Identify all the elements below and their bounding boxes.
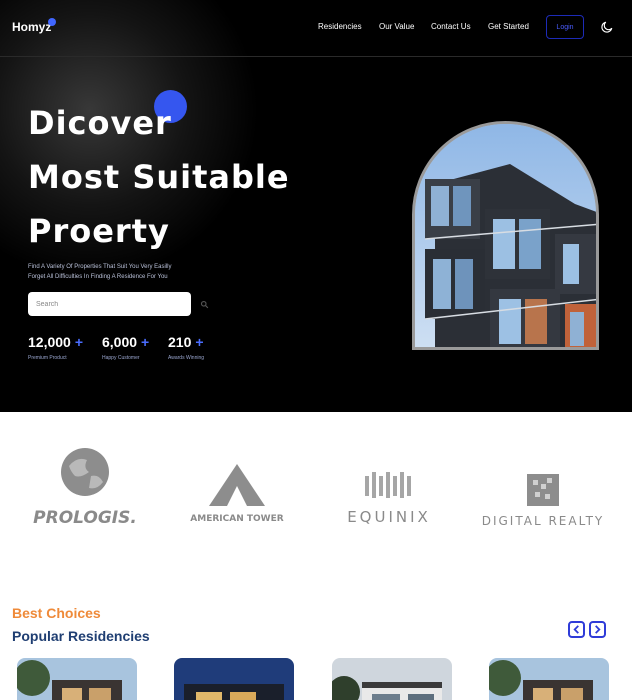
hero-title-line-2: Most Suitable <box>28 158 290 196</box>
nav-link-our-value[interactable]: Our Value <box>379 22 414 31</box>
company-name: PROLOGIS. <box>33 508 137 528</box>
hero-section: Homyz Residencies Our Value Contact Us G… <box>0 0 632 412</box>
building-illustration <box>415 124 596 347</box>
search-icon[interactable] <box>200 300 209 309</box>
residency-card-3[interactable] <box>332 658 452 700</box>
login-button[interactable]: Login <box>546 15 584 39</box>
stat-awards-winning: 210 + Awards Winning <box>168 334 204 361</box>
section-heading: Popular Residencies <box>12 628 150 644</box>
residency-image <box>17 658 137 700</box>
hero-title-line-1: Dicover <box>28 104 172 142</box>
company-name: DIGITAL REALTY <box>481 514 605 528</box>
globe-icon <box>61 448 109 496</box>
nav-link-contact-us[interactable]: Contact Us <box>431 22 471 31</box>
residency-image <box>332 658 452 700</box>
chevron-right-icon <box>595 625 601 634</box>
residency-image <box>489 658 609 700</box>
residency-card-4[interactable] <box>489 658 609 700</box>
stat-happy-customer: 6,000 + Happy Customer <box>102 334 152 361</box>
section-eyebrow: Best Choices <box>12 605 101 621</box>
moon-icon[interactable] <box>600 20 614 34</box>
hero-building-image <box>412 121 599 350</box>
residency-card-2[interactable] <box>174 658 294 700</box>
stat-value: 12,000 <box>28 334 71 350</box>
hero-subtitle: Find A Variety Of Properties That Suit Y… <box>28 262 172 282</box>
next-slide-button[interactable] <box>589 621 606 638</box>
stat-premium-product: 12,000 + Premium Product <box>28 334 86 361</box>
stat-plus: + <box>195 334 204 350</box>
stat-plus: + <box>74 334 84 350</box>
company-american-tower: AMERICAN TOWER <box>166 464 308 524</box>
company-equinix: EQUINIX <box>333 470 445 526</box>
companies-section: PROLOGIS. AMERICAN TOWER EQUINIX DIGITAL… <box>0 412 632 582</box>
tower-icon <box>209 464 265 506</box>
hero-title: Dicover Most Suitable Proerty <box>28 96 290 258</box>
stat-plus: + <box>141 334 150 350</box>
company-name: EQUINIX <box>347 508 431 526</box>
hero-subtitle-line-2: Forget All Difficulties In Finding A Res… <box>28 274 168 280</box>
logo-dot <box>48 18 56 26</box>
stat-value: 6,000 <box>102 334 138 350</box>
search-bar <box>28 292 209 316</box>
search-input[interactable] <box>36 298 166 310</box>
hero-subtitle-line-1: Find A Variety Of Properties That Suit Y… <box>28 264 172 270</box>
residency-card-1[interactable] <box>17 658 137 700</box>
stats-row: 12,000 + Premium Product 6,000 + Happy Cus… <box>28 334 220 361</box>
equinix-bars-icon <box>365 472 411 498</box>
stat-label: Premium Product <box>28 355 67 361</box>
company-digital-realty: DIGITAL REALTY <box>470 474 616 528</box>
company-prologis: PROLOGIS. <box>16 446 154 528</box>
stat-label: Happy Customer <box>102 355 140 361</box>
top-navbar: Homyz Residencies Our Value Contact Us G… <box>0 0 632 57</box>
stat-label: Awards Winning <box>168 355 205 361</box>
nav-link-get-started[interactable]: Get Started <box>488 22 529 31</box>
stat-value: 210 <box>168 334 192 350</box>
chevron-left-icon <box>573 625 579 634</box>
company-name: AMERICAN TOWER <box>190 514 284 524</box>
digital-realty-icon <box>527 474 559 506</box>
nav-link-residencies[interactable]: Residencies <box>318 22 362 31</box>
residency-image <box>174 658 294 700</box>
prev-slide-button[interactable] <box>568 621 585 638</box>
site-logo[interactable]: Homyz <box>12 20 51 34</box>
hero-title-line-3: Proerty <box>28 212 170 250</box>
